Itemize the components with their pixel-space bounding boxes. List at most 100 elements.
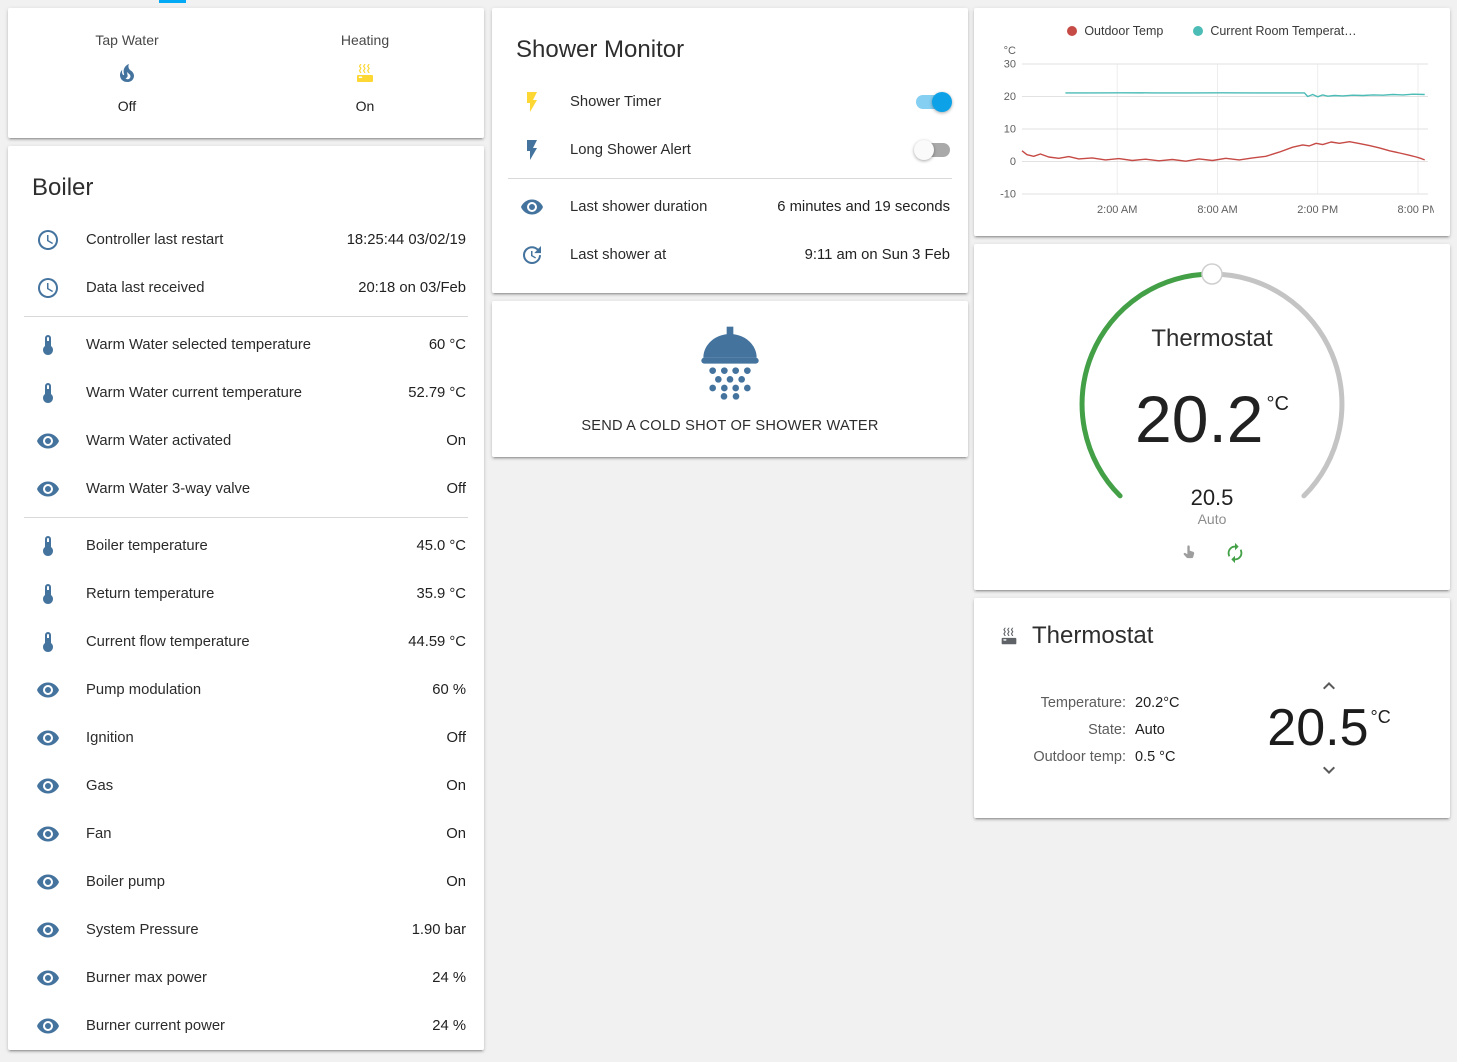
history-graph-card: Outdoor TempCurrent Room Temperat… 30201… xyxy=(974,8,1450,236)
legend-item[interactable]: Outdoor Temp xyxy=(1067,24,1163,38)
dial-mode-buttons xyxy=(974,542,1450,564)
glance-state: On xyxy=(356,98,375,114)
eye-icon xyxy=(36,1014,60,1038)
attribute-line: Outdoor temp:0.5 °C xyxy=(998,744,1180,771)
radiator-icon xyxy=(998,625,1020,647)
dial-current-unit: °C xyxy=(1267,384,1289,414)
entity-value: On xyxy=(446,826,466,842)
entity-label: Pump modulation xyxy=(86,682,420,698)
svg-text:20: 20 xyxy=(1004,91,1016,103)
entity-row[interactable]: IgnitionOff xyxy=(8,714,484,762)
entity-value: Off xyxy=(447,481,466,497)
entity-row[interactable]: FanOn xyxy=(8,810,484,858)
svg-text:2:00 PM: 2:00 PM xyxy=(1297,204,1338,216)
fire-icon xyxy=(115,61,139,85)
autorenew-icon[interactable] xyxy=(1224,542,1246,564)
entity-label: Warm Water activated xyxy=(86,433,434,449)
entity-row[interactable]: Controller last restart18:25:44 03/02/19 xyxy=(8,216,484,264)
svg-text:0: 0 xyxy=(1010,156,1016,168)
chevron-down-icon[interactable] xyxy=(1254,758,1404,782)
entity-value: On xyxy=(446,433,466,449)
entity-row[interactable]: GasOn xyxy=(8,762,484,810)
entity-row[interactable]: Warm Water activated On xyxy=(8,417,484,465)
glance-item-tap-water[interactable]: Tap Water Off xyxy=(8,32,246,114)
thermostat-attributes: Temperature:20.2°CState:AutoOutdoor temp… xyxy=(998,690,1180,771)
right-column: Outdoor TempCurrent Room Temperat… 30201… xyxy=(974,8,1450,818)
target-value: 20.5 xyxy=(1267,700,1368,756)
entity-row[interactable]: Last shower at9:11 am on Sun 3 Feb xyxy=(492,231,968,279)
flash-icon xyxy=(520,138,544,162)
toggle-switch[interactable] xyxy=(916,95,950,109)
entity-row[interactable]: Burner current power24 % xyxy=(8,1002,484,1050)
entity-row[interactable]: Return temperature35.9 °C xyxy=(8,570,484,618)
legend-color-dot xyxy=(1067,26,1077,36)
history-chart: 3020100-10°C2:00 AM8:00 AM2:00 PM8:00 PM xyxy=(990,44,1434,224)
dial-knob[interactable] xyxy=(1202,264,1222,284)
thermometer-icon xyxy=(36,381,60,405)
entity-value: 35.9 °C xyxy=(416,586,466,602)
entity-row[interactable]: Warm Water current temperature52.79 °C xyxy=(8,369,484,417)
glance-item-heating[interactable]: Heating On xyxy=(246,32,484,114)
entity-value: 9:11 am on Sun 3 Feb xyxy=(805,247,950,263)
entity-label: Burner max power xyxy=(86,970,420,986)
update-icon xyxy=(520,243,544,267)
entity-label: Long Shower Alert xyxy=(570,142,904,158)
entity-row[interactable]: Burner max power24 % xyxy=(8,954,484,1002)
dial-current-value: 20.2 xyxy=(1135,384,1263,454)
entity-value: 18:25:44 03/02/19 xyxy=(347,232,466,248)
toggle-switch[interactable] xyxy=(916,143,950,157)
chart-legend: Outdoor Temp Current Room Temperat… xyxy=(990,18,1434,44)
eye-icon xyxy=(520,195,544,219)
cold-shot-label: SEND A COLD SHOT OF SHOWER WATER xyxy=(581,418,878,434)
entity-row[interactable]: Last shower duration6 minutes and 19 sec… xyxy=(492,183,968,231)
attribute-line: Temperature:20.2°C xyxy=(998,690,1180,717)
entity-row[interactable]: Data last received20:18 on 03/Feb xyxy=(8,264,484,312)
attribute-label: State: xyxy=(998,717,1126,744)
eye-icon xyxy=(36,966,60,990)
entity-row[interactable]: Boiler pumpOn xyxy=(8,858,484,906)
dial-current-temperature: 20.2 °C xyxy=(974,384,1450,454)
entity-value: On xyxy=(446,778,466,794)
svg-text:°C: °C xyxy=(1004,45,1016,57)
toggle-row: Shower Timer xyxy=(492,78,968,126)
boiler-entity-list: Controller last restart18:25:44 03/02/19… xyxy=(8,216,484,1050)
thermostat-info-title: Thermostat xyxy=(1032,622,1153,650)
shower-monitor-rows: Shower Timer Long Shower Alert Last shower… xyxy=(492,78,968,293)
entity-row[interactable]: Warm Water 3-way valve Off xyxy=(8,465,484,513)
dial-title: Thermostat xyxy=(974,325,1450,353)
svg-text:30: 30 xyxy=(1004,59,1016,71)
entity-label: Warm Water 3-way valve xyxy=(86,481,435,497)
entity-row[interactable]: Warm Water selected temperature60 °C xyxy=(8,321,484,369)
clock-icon xyxy=(36,276,60,300)
legend-label: Current Room Temperat… xyxy=(1210,24,1356,38)
entity-row[interactable]: Current flow temperature44.59 °C xyxy=(8,618,484,666)
glance-label: Heating xyxy=(341,32,389,48)
entity-label: Data last received xyxy=(86,280,346,296)
shower-monitor-title: Shower Monitor xyxy=(492,8,968,78)
active-tab-indicator[interactable] xyxy=(159,0,186,3)
entity-row[interactable]: Boiler temperature45.0 °C xyxy=(8,522,484,570)
entity-row[interactable]: System Pressure1.90 bar xyxy=(8,906,484,954)
entity-row[interactable]: Pump modulation60 % xyxy=(8,666,484,714)
legend-item[interactable]: Current Room Temperat… xyxy=(1193,24,1356,38)
entity-label: Last shower duration xyxy=(570,199,765,215)
eye-icon xyxy=(36,477,60,501)
svg-text:8:00 AM: 8:00 AM xyxy=(1197,204,1237,216)
glance-card: Tap Water Off Heating On xyxy=(8,8,484,138)
svg-text:-10: -10 xyxy=(1000,189,1016,201)
thermostat-target-control: 20.5 °C xyxy=(1254,674,1404,782)
entity-label: Boiler pump xyxy=(86,874,434,890)
thermometer-icon xyxy=(36,582,60,606)
cold-shot-button-card[interactable]: SEND A COLD SHOT OF SHOWER WATER xyxy=(492,301,968,457)
eye-icon xyxy=(36,678,60,702)
chevron-up-icon[interactable] xyxy=(1254,674,1404,698)
eye-icon xyxy=(36,429,60,453)
attribute-label: Temperature: xyxy=(998,690,1126,717)
hand-icon[interactable] xyxy=(1178,542,1200,564)
glance-label: Tap Water xyxy=(95,32,158,48)
glance-state: Off xyxy=(118,98,136,114)
eye-icon xyxy=(36,918,60,942)
thermostat-info-header: Thermostat xyxy=(974,598,1450,658)
attribute-value: 0.5 °C xyxy=(1135,744,1175,771)
svg-text:8:00 PM: 8:00 PM xyxy=(1398,204,1434,216)
